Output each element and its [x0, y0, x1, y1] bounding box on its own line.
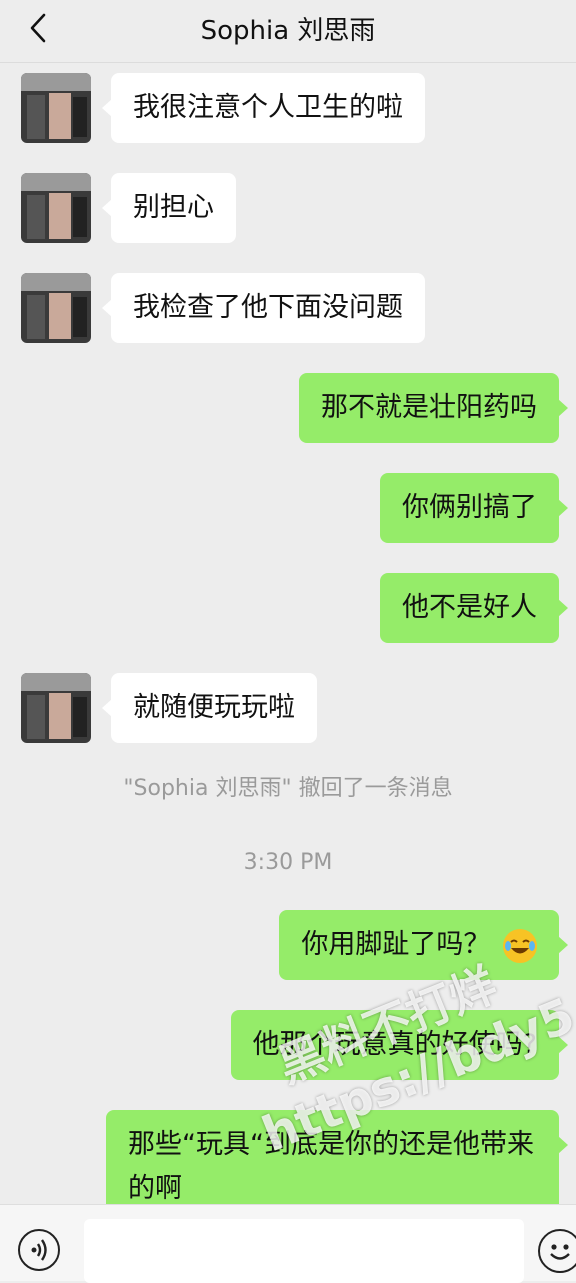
input-bar	[0, 1204, 576, 1283]
message-bubble[interactable]: 那不就是壮阳药吗	[299, 373, 568, 443]
message-bubble[interactable]: 别担心	[102, 173, 236, 243]
face-with-tears-of-joy-icon	[503, 928, 537, 963]
chat-title: Sophia 刘思雨	[200, 16, 376, 46]
recall-notice: "Sophia 刘思雨" 撤回了一条消息	[123, 776, 453, 801]
chat-header: Sophia 刘思雨	[0, 0, 576, 63]
message-bubble[interactable]: 你俩别搞了	[380, 473, 568, 543]
voice-button[interactable]	[18, 1229, 60, 1271]
avatar[interactable]	[21, 73, 91, 143]
emoji-button[interactable]	[538, 1229, 576, 1273]
emoji-icon	[550, 1244, 570, 1260]
message-bubble[interactable]: 就随便玩玩啦	[102, 673, 317, 743]
message-bubble[interactable]: 你用脚趾了吗？	[279, 910, 568, 980]
avatar[interactable]	[21, 273, 91, 343]
message-input[interactable]	[84, 1219, 524, 1283]
timestamp: 3:30 PM	[243, 850, 333, 875]
message-bubble[interactable]: 他不是好人	[380, 573, 568, 643]
message-bubble[interactable]: 他那个玩意真的好使吗?	[230, 1010, 569, 1080]
message-bubble[interactable]: 我很注意个人卫生的啦	[102, 73, 425, 143]
avatar[interactable]	[21, 673, 91, 743]
avatar[interactable]	[21, 173, 91, 243]
message-bubble[interactable]: 我检查了他下面没问题	[102, 273, 425, 343]
message-text: 你用脚趾了吗？	[301, 929, 491, 960]
voice-icon	[31, 1239, 47, 1261]
